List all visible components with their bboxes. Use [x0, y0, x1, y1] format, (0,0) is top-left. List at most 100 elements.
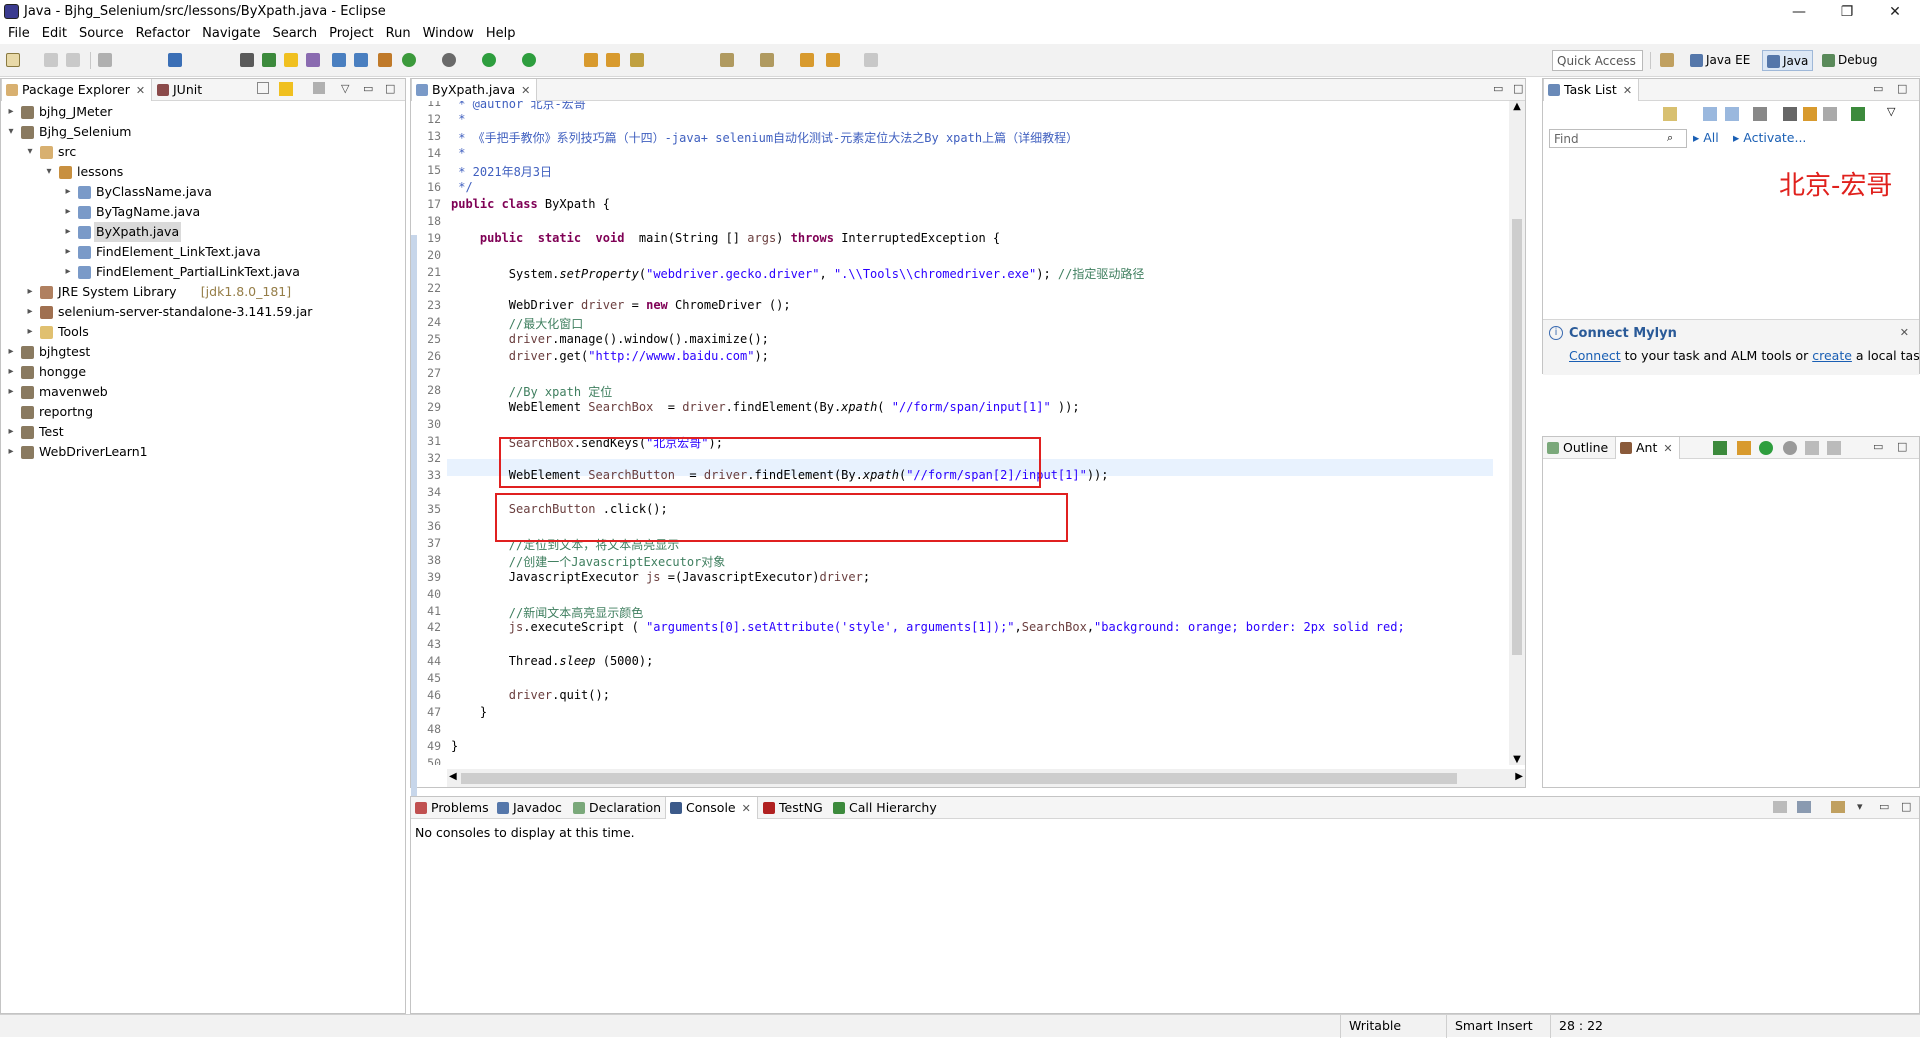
toggle-breakpoint-icon[interactable] [262, 53, 276, 67]
minimize-view-icon[interactable]: ▭ [1873, 82, 1883, 95]
search-icon[interactable] [630, 53, 644, 67]
tab-javadoc[interactable]: Javadoc [493, 797, 568, 819]
new-task-icon[interactable] [1663, 107, 1677, 121]
chevron-down-icon[interactable]: ▾ [43, 162, 55, 182]
chevron-down-icon[interactable]: ▾ [5, 122, 17, 142]
tree-item[interactable]: ▸ WebDriverLearn1 [1, 442, 401, 462]
remove-icon[interactable] [1805, 441, 1819, 455]
scroll-left-icon[interactable]: ◀ [449, 771, 457, 782]
tab-byxpath-java[interactable]: ByXpath.java ✕ [411, 79, 538, 101]
tree-item[interactable]: ▸ JRE System Library [jdk1.8.0_181] [1, 282, 401, 302]
pin-console-icon[interactable] [1773, 801, 1787, 813]
open-console-icon[interactable] [1831, 801, 1845, 813]
scroll-up-icon[interactable]: ▲ [1509, 101, 1525, 112]
activate-link[interactable]: ▸ Activate... [1733, 130, 1806, 145]
chevron-right-icon[interactable]: ▸ [5, 382, 17, 402]
tab-console[interactable]: Console ✕ [665, 797, 758, 819]
minimize-view-icon[interactable]: ▭ [363, 82, 373, 95]
tab-package-explorer[interactable]: Package Explorer ✕ [1, 79, 153, 101]
tab-junit[interactable]: JUnit [153, 79, 208, 101]
collapse-all-icon[interactable] [257, 82, 269, 94]
code-line[interactable]: } [451, 739, 458, 753]
menu-file[interactable]: File [0, 24, 36, 44]
categorized-icon[interactable] [1703, 107, 1717, 121]
chevron-right-icon[interactable]: ▸ [62, 242, 74, 262]
menu-help[interactable]: Help [480, 24, 522, 44]
focus-icon[interactable] [1803, 107, 1817, 121]
view-menu-icon[interactable]: ▽ [341, 82, 349, 95]
create-link[interactable]: create [1812, 348, 1852, 363]
view-menu-icon[interactable]: ▾ [1857, 800, 1863, 813]
save-all-icon[interactable] [66, 53, 80, 67]
code-line[interactable]: * 2021年8月3日 [451, 163, 552, 180]
code-line[interactable]: * [451, 146, 465, 160]
tree-item[interactable]: ▸ hongge [1, 362, 401, 382]
code-line[interactable]: //创建一个JavascriptExecutor对象 [451, 553, 726, 570]
menu-search[interactable]: Search [266, 24, 323, 44]
run-target-icon[interactable] [1759, 441, 1773, 455]
word-wrap-icon[interactable] [306, 53, 320, 67]
tree-item[interactable]: ▸ selenium-server-standalone-3.141.59.jar [1, 302, 401, 322]
chevron-right-icon[interactable]: ▸ [5, 422, 17, 442]
chevron-right-icon[interactable]: ▸ [62, 182, 74, 202]
open-perspective-icon[interactable] [1660, 53, 1674, 67]
code-area[interactable]: 11 * @author 北京-宏哥 12 * 13 * 《手把手教你》系列技巧篇（… [411, 101, 1493, 765]
maximize-view-icon[interactable]: □ [1513, 82, 1523, 95]
tab-ant[interactable]: Ant ✕ [1615, 437, 1680, 459]
chevron-right-icon[interactable]: ▸ [24, 302, 36, 322]
code-line[interactable]: * [451, 112, 465, 126]
chevron-right-icon[interactable]: ▸ [5, 442, 17, 462]
maximize-button[interactable]: ❐ [1824, 2, 1870, 22]
link-icon[interactable] [1851, 107, 1865, 121]
terminal-icon[interactable] [168, 53, 182, 67]
maximize-view-icon[interactable]: □ [1897, 82, 1907, 95]
menu-navigate[interactable]: Navigate [196, 24, 266, 44]
close-icon[interactable]: ✕ [1663, 442, 1672, 455]
menu-window[interactable]: Window [417, 24, 480, 44]
tree-item[interactable]: ▸ mavenweb [1, 382, 401, 402]
tree-item[interactable]: ▸ Tools [1, 322, 401, 342]
code-line[interactable]: //新闻文本高亮显示颜色 [451, 604, 643, 621]
chevron-right-icon[interactable]: ▸ [24, 322, 36, 342]
filter-icon[interactable] [313, 82, 325, 94]
scrollbar-thumb[interactable] [1512, 219, 1522, 655]
code-line[interactable]: js.executeScript ( "arguments[0].setAttr… [451, 620, 1405, 634]
tab-declaration[interactable]: Declaration [569, 797, 667, 819]
open-task-icon[interactable] [606, 53, 620, 67]
tab-testng[interactable]: TestNG [759, 797, 829, 819]
new-icon[interactable] [6, 53, 20, 67]
run-selected-icon[interactable] [1783, 441, 1797, 455]
code-line[interactable]: WebDriver driver = new ChromeDriver (); [451, 298, 791, 312]
next-annotation-icon[interactable] [720, 53, 734, 67]
perspective-java[interactable]: Java [1762, 50, 1814, 71]
chevron-right-icon[interactable]: ▸ [62, 202, 74, 222]
code-line[interactable]: driver.manage().window().maximize(); [451, 332, 769, 346]
link-with-editor-icon[interactable] [279, 82, 293, 96]
tree-item[interactable]: ▸ FindElement_LinkText.java [1, 242, 401, 262]
tree-item[interactable]: ▸ ByXpath.java [1, 222, 401, 242]
mark-occurrences-icon[interactable] [284, 53, 298, 67]
search-buildfile-icon[interactable] [1737, 441, 1751, 455]
scrollbar-thumb[interactable] [461, 773, 1457, 784]
code-line[interactable]: WebElement SearchBox = driver.findElemen… [451, 400, 1080, 414]
new-java-package-icon[interactable] [378, 53, 392, 67]
minimize-view-icon[interactable]: ▭ [1879, 800, 1889, 813]
chevron-right-icon[interactable]: ▸ [24, 282, 36, 302]
editor-vertical-scrollbar[interactable]: ▲ ▼ [1509, 101, 1525, 765]
close-icon[interactable]: ✕ [136, 84, 145, 97]
debug-icon[interactable] [442, 53, 456, 67]
code-line[interactable]: //最大化窗口 [451, 315, 583, 332]
menu-project[interactable]: Project [323, 24, 379, 44]
menu-source[interactable]: Source [73, 24, 130, 44]
display-console-icon[interactable] [1797, 801, 1811, 813]
code-line[interactable]: System.setProperty("webdriver.gecko.driv… [451, 265, 1145, 282]
scroll-right-icon[interactable]: ▶ [1515, 771, 1523, 782]
previous-annotation-icon[interactable] [760, 53, 774, 67]
close-icon[interactable]: ✕ [521, 84, 530, 97]
code-line[interactable]: Thread.sleep (5000); [451, 654, 654, 668]
connect-link[interactable]: Connect [1569, 348, 1621, 363]
save-icon[interactable] [44, 53, 58, 67]
perspective-java-ee[interactable]: Java EE [1686, 50, 1754, 71]
close-icon[interactable]: ✕ [1900, 326, 1909, 339]
chevron-down-icon[interactable]: ▾ [24, 142, 36, 162]
